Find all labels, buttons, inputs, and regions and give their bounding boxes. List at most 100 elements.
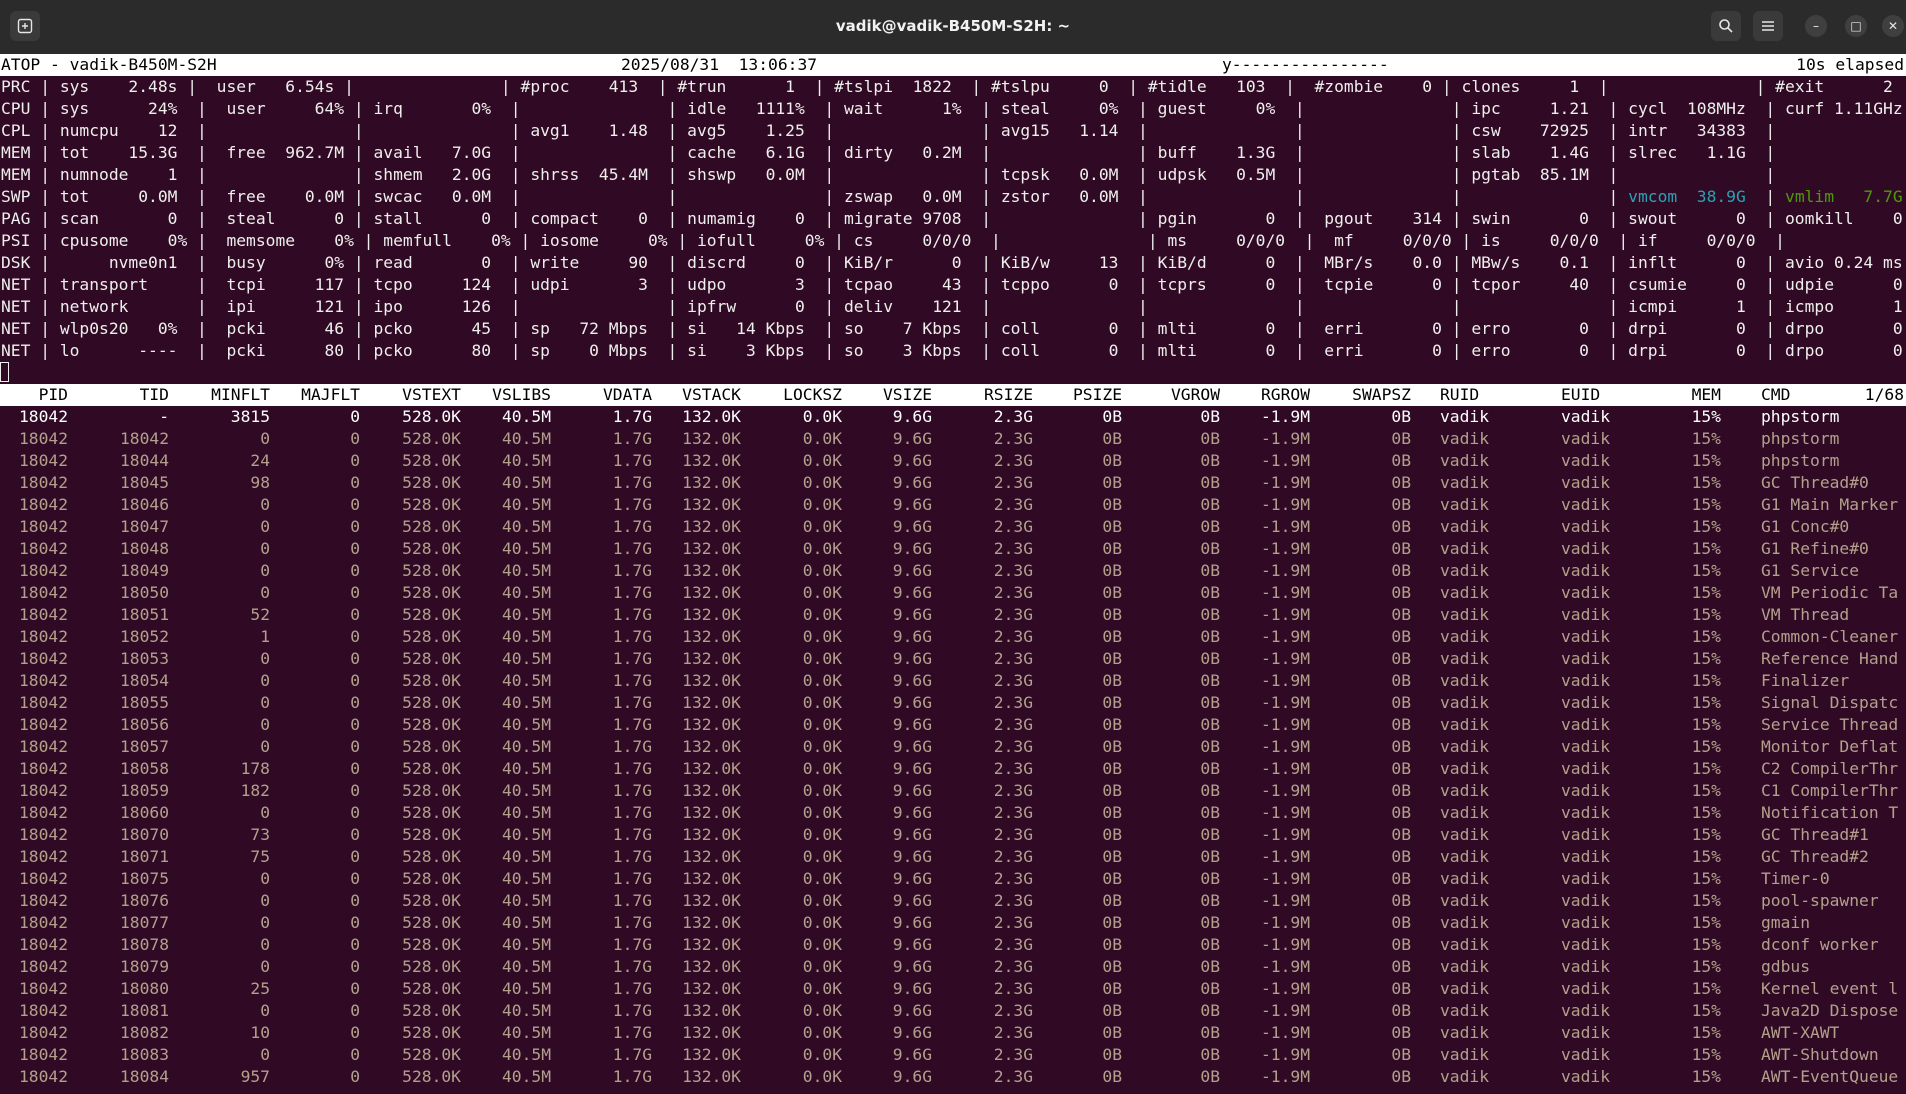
cell-vdata: 1.7G [612,825,652,844]
cell-minflt: 73 [250,825,270,844]
cell-pid: 18042 [18,429,68,448]
cell-vstext: 528.0K [402,671,461,690]
cell-vslibs: 40.5M [501,1023,551,1042]
cell-cmd: GC Thread#2 [1761,847,1869,866]
cell-euid: vadik [1561,495,1611,514]
cell-rsize: 2.3G [993,495,1033,514]
cell-rgrow: -1.9M [1260,913,1310,932]
cell-rgrow: -1.9M [1260,715,1310,734]
cell-minflt: 0 [260,539,270,558]
cell-vgrow: 0B [1200,1045,1220,1064]
cell-rgrow: -1.9M [1260,517,1310,536]
cell-euid: vadik [1561,539,1611,558]
col-swapsz: SWAPSZ [1352,385,1411,404]
cell-psize: 0B [1102,407,1122,426]
table-row: 18042 18070 73 0 528.0K 40.5M 1.7G 132.0K 0.0K 9.… [0,824,1906,846]
cell-vstext: 528.0K [402,693,461,712]
table-row: 18042 18079 0 0 528.0K 40.5M 1.7G 132.0K 0.0K 9.6… [0,956,1906,978]
cell-tid: 18079 [119,957,169,976]
cell-locksz: 0.0K [802,693,842,712]
cell-vsize: 9.6G [892,1023,932,1042]
cell-mem: 15% [1691,517,1721,536]
maximize-button[interactable]: □ [1845,15,1867,37]
table-row: 18042 18080 25 0 528.0K 40.5M 1.7G 132.0K 0.0K 9.… [0,978,1906,1000]
cell-minflt: 24 [250,451,270,470]
cell-vstack: 132.0K [682,781,741,800]
cell-cmd: phpstorm [1761,407,1840,426]
cell-mem: 15% [1691,1067,1721,1086]
cell-vsize: 9.6G [892,869,932,888]
cell-rsize: 2.3G [993,935,1033,954]
cell-swapsz: 0B [1391,869,1411,888]
cell-euid: vadik [1561,627,1611,646]
cell-locksz: 0.0K [802,1067,842,1086]
cell-vslibs: 40.5M [501,759,551,778]
cell-locksz: 0.0K [802,1045,842,1064]
sys-row: MEM | tot 15.3G | free 962.7M | avail 7.… [1,143,1906,162]
cell-rgrow: -1.9M [1260,561,1310,580]
cell-rsize: 2.3G [993,825,1033,844]
cell-rgrow: -1.9M [1260,979,1310,998]
cell-swapsz: 0B [1391,847,1411,866]
cell-rgrow: -1.9M [1260,605,1310,624]
cell-pid: 18042 [18,649,68,668]
cell-vstext: 528.0K [402,429,461,448]
cell-rsize: 2.3G [993,715,1033,734]
cell-vstack: 132.0K [682,693,741,712]
cell-vsize: 9.6G [892,1001,932,1020]
cell-vdata: 1.7G [612,891,652,910]
cell-psize: 0B [1102,539,1122,558]
cell-majflt: 0 [350,957,360,976]
cell-vstack: 132.0K [682,803,741,822]
cell-psize: 0B [1102,451,1122,470]
cell-tid: 18083 [119,1045,169,1064]
cell-vstext: 528.0K [402,649,461,668]
cell-swapsz: 0B [1391,979,1411,998]
cell-ruid: vadik [1440,671,1490,690]
minimize-button[interactable]: – [1805,15,1827,37]
cell-psize: 0B [1102,1001,1122,1020]
cell-mem: 15% [1691,407,1721,426]
cell-rsize: 2.3G [993,649,1033,668]
cell-ruid: vadik [1440,869,1490,888]
cell-vstack: 132.0K [682,825,741,844]
cell-locksz: 0.0K [802,451,842,470]
cell-vdata: 1.7G [612,451,652,470]
cell-vstext: 528.0K [402,627,461,646]
cell-tid: 18052 [119,627,169,646]
cell-vsize: 9.6G [892,825,932,844]
cell-cmd: dconf worker [1761,935,1879,954]
close-button[interactable]: ✕ [1882,15,1904,37]
cell-vsize: 9.6G [892,737,932,756]
cell-vsize: 9.6G [892,517,932,536]
cell-mem: 15% [1691,803,1721,822]
cell-tid: 18046 [119,495,169,514]
cell-majflt: 0 [350,561,360,580]
cell-majflt: 0 [350,407,360,426]
cell-psize: 0B [1102,737,1122,756]
cell-euid: vadik [1561,935,1611,954]
cell-vdata: 1.7G [612,913,652,932]
menu-button[interactable] [1753,11,1783,41]
cell-locksz: 0.0K [802,715,842,734]
cell-vslibs: 40.5M [501,715,551,734]
cell-vstext: 528.0K [402,737,461,756]
cell-rsize: 2.3G [993,539,1033,558]
cell-rsize: 2.3G [993,605,1033,624]
terminal-cursor [0,362,9,382]
cell-vstack: 132.0K [682,473,741,492]
cell-pid: 18042 [18,1001,68,1020]
cell-majflt: 0 [350,781,360,800]
cell-vsize: 9.6G [892,935,932,954]
cell-vstext: 528.0K [402,803,461,822]
process-header: PID TID MINFLT MAJFLT VSTEXT VSLIBS VDAT… [0,384,1906,406]
cell-vdata: 1.7G [612,759,652,778]
cell-euid: vadik [1561,759,1611,778]
cell-pid: 18042 [18,803,68,822]
atop-header-bar: ATOP - vadik-B450M-S2H 2025/08/31 13:06:… [0,54,1906,76]
terminal-area[interactable]: ATOP - vadik-B450M-S2H 2025/08/31 13:06:… [0,54,1906,1094]
cell-cmd: Kernel event l [1761,979,1899,998]
cell-cmd: gmain [1761,913,1811,932]
search-button[interactable] [1711,11,1741,41]
cell-psize: 0B [1102,1067,1122,1086]
